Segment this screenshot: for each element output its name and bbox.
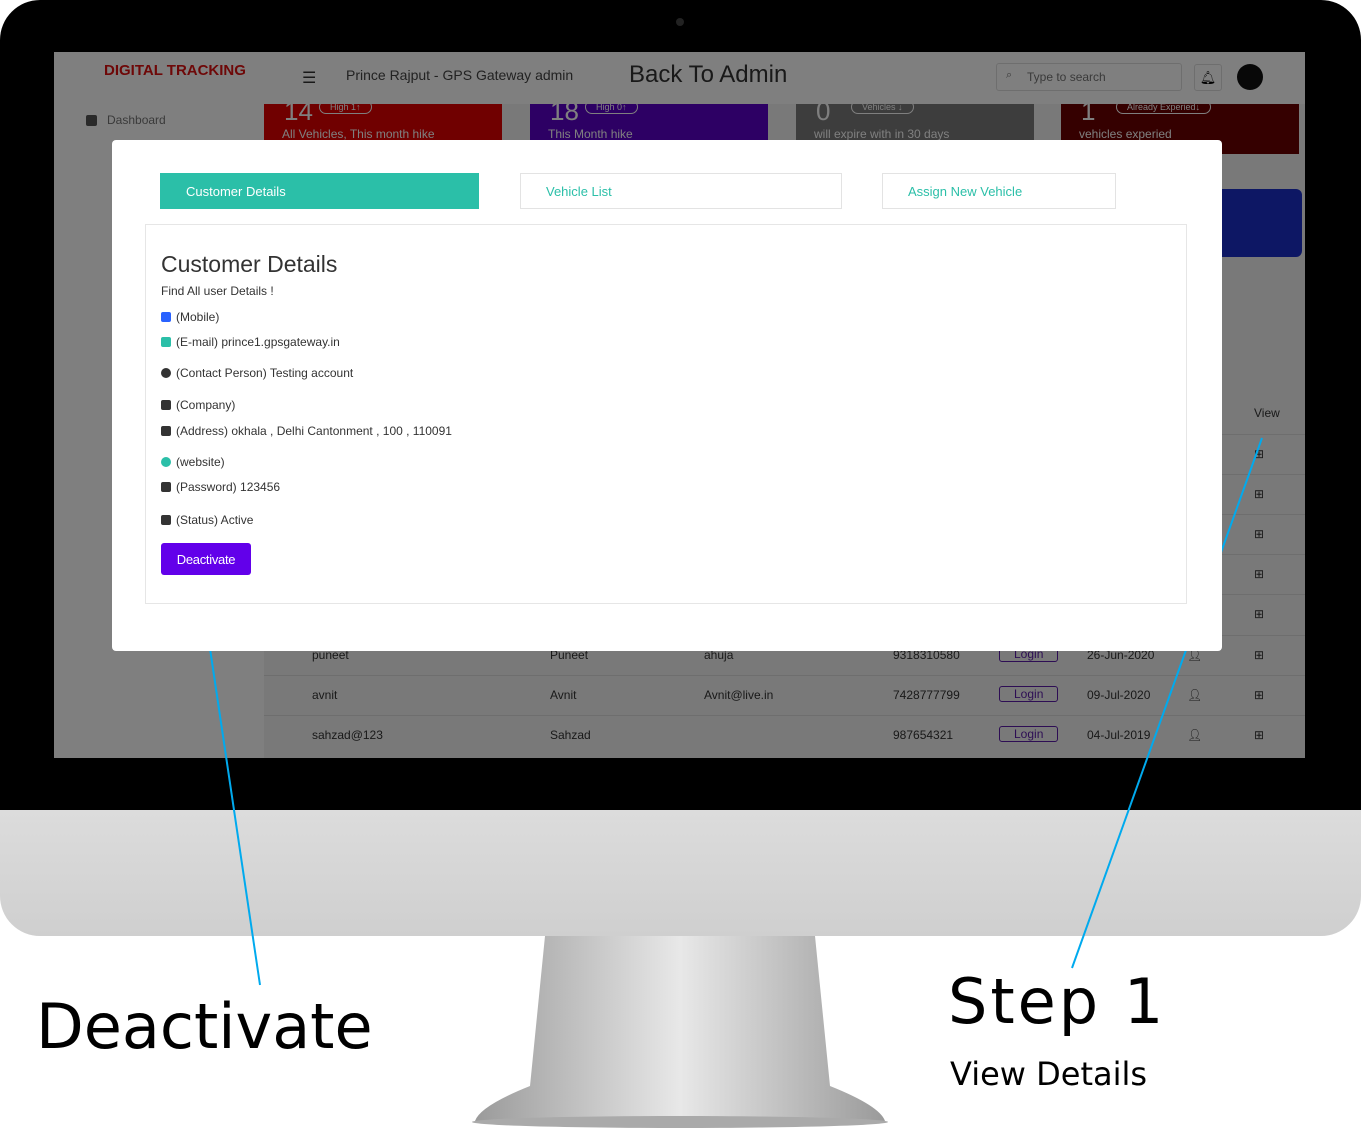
detail-text: (Contact Person) Testing account: [176, 366, 354, 380]
detail-line: (E-mail) prince1.gpsgateway.in: [161, 335, 340, 349]
mail-icon: [161, 337, 171, 347]
annotation-step-sub: View Details: [950, 1055, 1148, 1093]
details-subtitle: Find All user Details !: [161, 284, 274, 298]
detail-text: (Mobile): [176, 310, 220, 324]
detail-line: (Company): [161, 398, 235, 412]
detail-line: (website): [161, 455, 225, 469]
globe-icon: [161, 457, 171, 467]
details-panel: Customer Details Find All user Details !…: [145, 224, 1187, 604]
details-title: Customer Details: [161, 251, 338, 277]
detail-text: (Password) 123456: [176, 480, 281, 494]
building-icon: [161, 426, 171, 436]
user-circle-icon: [161, 368, 171, 378]
sidebar-item-dashboard[interactable]: Dashboard: [86, 110, 166, 130]
deactivate-button[interactable]: Deactivate: [161, 543, 251, 575]
detail-text: (Company): [176, 398, 236, 412]
detail-line: (Status) Active: [161, 513, 253, 527]
detail-line: (Address) okhala , Delhi Cantonment , 10…: [161, 424, 452, 438]
tab-customer-details[interactable]: Customer Details: [160, 173, 479, 209]
tab-vehicle-list[interactable]: Vehicle List: [520, 173, 842, 209]
dashboard-icon: [86, 114, 97, 126]
detail-text: (E-mail) prince1.gpsgateway.in: [176, 335, 340, 349]
detail-text: (Status) Active: [176, 513, 254, 527]
annotation-step: Step 1: [948, 965, 1167, 1038]
detail-text: (Address) okhala , Delhi Cantonment , 10…: [176, 424, 452, 438]
briefcase-icon: [161, 400, 171, 410]
status-icon: [161, 515, 171, 525]
annotation-deactivate: Deactivate: [36, 990, 373, 1063]
key-icon: [161, 482, 171, 492]
detail-line: (Password) 123456: [161, 480, 280, 494]
sidebar-item-label: Dashboard: [107, 113, 166, 127]
phone-icon: [161, 312, 171, 322]
detail-line: (Contact Person) Testing account: [161, 366, 353, 380]
customer-details-modal: Customer Details Vehicle List Assign New…: [112, 140, 1222, 651]
tab-assign-new-vehicle[interactable]: Assign New Vehicle: [882, 173, 1116, 209]
detail-line: (Mobile): [161, 310, 219, 324]
detail-text: (website): [176, 455, 225, 469]
